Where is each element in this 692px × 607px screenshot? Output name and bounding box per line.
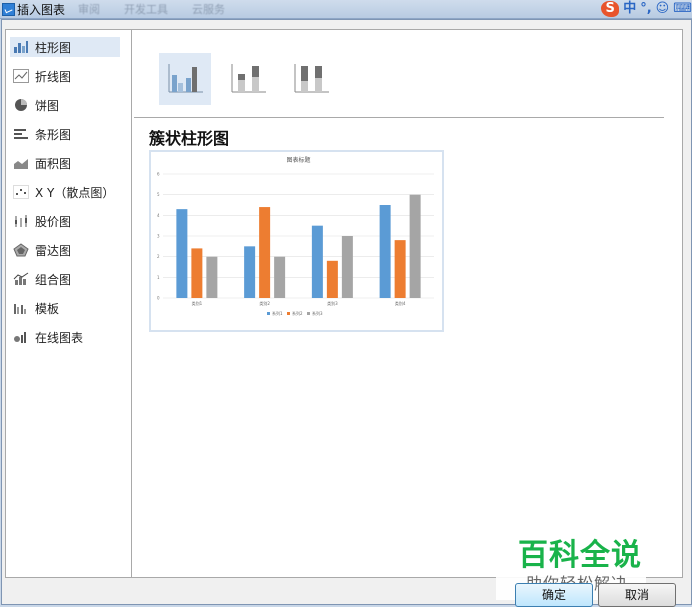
x-tick-label: 类别1 xyxy=(192,300,203,306)
percent-stacked-column-icon xyxy=(294,64,329,93)
ime-punctuation-toggle[interactable]: °, xyxy=(640,1,651,17)
sidebar-item-area-chart[interactable]: 面积图 xyxy=(10,153,120,173)
pie-chart-icon xyxy=(13,98,29,112)
chart-type-sidebar: 柱形图折线图饼图条形图面积图 X Y（散点图） 股价图雷达图组合图模板在线图表 xyxy=(6,30,132,577)
legend-swatch xyxy=(267,312,270,315)
sidebar-item-label: 折线图 xyxy=(35,69,72,84)
clustered-column-icon xyxy=(168,64,203,93)
ghost-tab-devtools: 开发工具 xyxy=(124,3,168,16)
sidebar-item-label: 股价图 xyxy=(35,214,72,229)
bar-系列3-类别4 xyxy=(409,194,421,298)
sidebar-item-radar-chart[interactable]: 雷达图 xyxy=(10,240,120,260)
sidebar-item-stock-chart[interactable]: 股价图 xyxy=(10,211,120,231)
ghost-tab-cloud: 云服务 xyxy=(192,3,225,16)
legend-swatch xyxy=(287,312,290,315)
sidebar-item-label: 面积图 xyxy=(35,156,72,171)
bar-系列3-类别1 xyxy=(206,256,218,298)
chart-preview: 图表标题 0 1 2 3 4 5 6 类别1 类别2 类别3 类别4 系列1 系列2 系列3 xyxy=(149,150,444,332)
legend-label: 系列1 xyxy=(272,310,283,316)
ime-toolbar: S 中 °, ☺ ⌨ xyxy=(601,0,692,18)
ime-keyboard-icon[interactable]: ⌨ xyxy=(673,1,692,17)
chart-main-panel: 簇状柱形图 图表标题 0 1 2 3 4 5 6 类别1 类别2 类别3 类别4 系列1 系列2 系列3 xyxy=(132,30,682,577)
bar-系列1-类别3 xyxy=(311,225,323,298)
sidebar-item-label: 在线图表 xyxy=(35,330,84,345)
area-chart-icon xyxy=(13,156,29,170)
legend-label: 系列3 xyxy=(312,310,323,316)
column-chart-icon xyxy=(13,40,29,54)
y-tick-label: 3 xyxy=(157,234,160,239)
sidebar-item-label: 饼图 xyxy=(35,98,60,113)
sidebar-item-template[interactable]: 模板 xyxy=(10,298,120,318)
line-chart-icon xyxy=(13,69,29,83)
separator xyxy=(134,117,664,118)
app-icon xyxy=(2,3,15,16)
online-chart-icon xyxy=(13,330,29,344)
bar-系列2-类别2 xyxy=(259,207,271,298)
sidebar-item-label: 组合图 xyxy=(35,272,72,287)
sidebar-item-online-chart[interactable]: 在线图表 xyxy=(10,327,120,347)
window-title: 插入图表 xyxy=(17,3,66,17)
sidebar-item-label: 柱形图 xyxy=(35,40,72,55)
template-icon xyxy=(13,301,29,315)
ok-button[interactable]: 确定 xyxy=(515,583,593,607)
legend-swatch xyxy=(307,312,310,315)
radar-chart-icon xyxy=(13,243,29,257)
bar-系列1-类别2 xyxy=(244,246,256,298)
sidebar-item-label: 条形图 xyxy=(35,127,72,142)
ghost-tab-review: 审阅 xyxy=(78,3,100,16)
sidebar-item-bar-chart[interactable]: 条形图 xyxy=(10,124,120,144)
bar-系列1-类别1 xyxy=(176,209,188,298)
bar-系列2-类别4 xyxy=(394,240,406,298)
legend-label: 系列2 xyxy=(292,310,303,316)
sidebar-item-label: 雷达图 xyxy=(35,243,72,258)
sidebar-item-label: X Y（散点图） xyxy=(35,185,115,200)
y-tick-label: 2 xyxy=(157,254,160,259)
bar-系列2-类别3 xyxy=(326,260,338,298)
ime-chinese-toggle[interactable]: 中 xyxy=(623,1,636,17)
subtype-clustered-column[interactable] xyxy=(159,53,211,105)
insert-chart-dialog: 柱形图折线图饼图条形图面积图 X Y（散点图） 股价图雷达图组合图模板在线图表 xyxy=(1,19,692,607)
sidebar-item-pie-chart[interactable]: 饼图 xyxy=(10,95,120,115)
stock-chart-icon xyxy=(13,214,29,228)
chart-preview-svg: 图表标题 0 1 2 3 4 5 6 类别1 类别2 类别3 类别4 系列1 系列2 系列3 xyxy=(157,156,434,316)
y-tick-label: 4 xyxy=(157,213,160,218)
subtype-title: 簇状柱形图 xyxy=(149,129,230,148)
y-tick-label: 5 xyxy=(157,192,160,197)
sidebar-item-scatter-chart[interactable]: X Y（散点图） xyxy=(10,182,120,202)
x-tick-label: 类别3 xyxy=(327,300,338,306)
y-tick-label: 0 xyxy=(157,296,160,301)
bar-系列3-类别2 xyxy=(274,256,286,298)
sidebar-item-column-chart[interactable]: 柱形图 xyxy=(10,37,120,57)
x-tick-label: 类别2 xyxy=(259,300,270,306)
cancel-button[interactable]: 取消 xyxy=(598,583,676,607)
y-tick-label: 6 xyxy=(157,172,160,177)
bar-系列2-类别1 xyxy=(191,248,203,298)
subtype-percent-stacked-column[interactable] xyxy=(285,53,337,105)
bar-chart-icon xyxy=(13,127,29,141)
ime-emoji-icon[interactable]: ☺ xyxy=(656,1,670,17)
dialog-content: 柱形图折线图饼图条形图面积图 X Y（散点图） 股价图雷达图组合图模板在线图表 xyxy=(5,29,683,578)
watermark-title: 百科全说 xyxy=(518,538,642,573)
sidebar-item-line-chart[interactable]: 折线图 xyxy=(10,66,120,86)
bar-系列3-类别3 xyxy=(341,236,353,298)
combo-chart-icon xyxy=(13,272,29,286)
scatter-chart-icon xyxy=(13,185,29,199)
y-tick-label: 1 xyxy=(157,275,160,280)
title-bar: 插入图表 审阅 开发工具 云服务 S 中 °, ☺ ⌨ xyxy=(0,0,692,19)
sogou-logo-icon[interactable]: S xyxy=(601,1,620,17)
chart-title: 图表标题 xyxy=(286,156,310,164)
bar-系列1-类别4 xyxy=(379,205,391,298)
subtype-stacked-column[interactable] xyxy=(222,53,274,105)
x-tick-label: 类别4 xyxy=(395,300,406,306)
sidebar-item-combo-chart[interactable]: 组合图 xyxy=(10,269,120,289)
stacked-column-icon xyxy=(231,64,266,93)
sidebar-item-label: 模板 xyxy=(35,301,60,316)
